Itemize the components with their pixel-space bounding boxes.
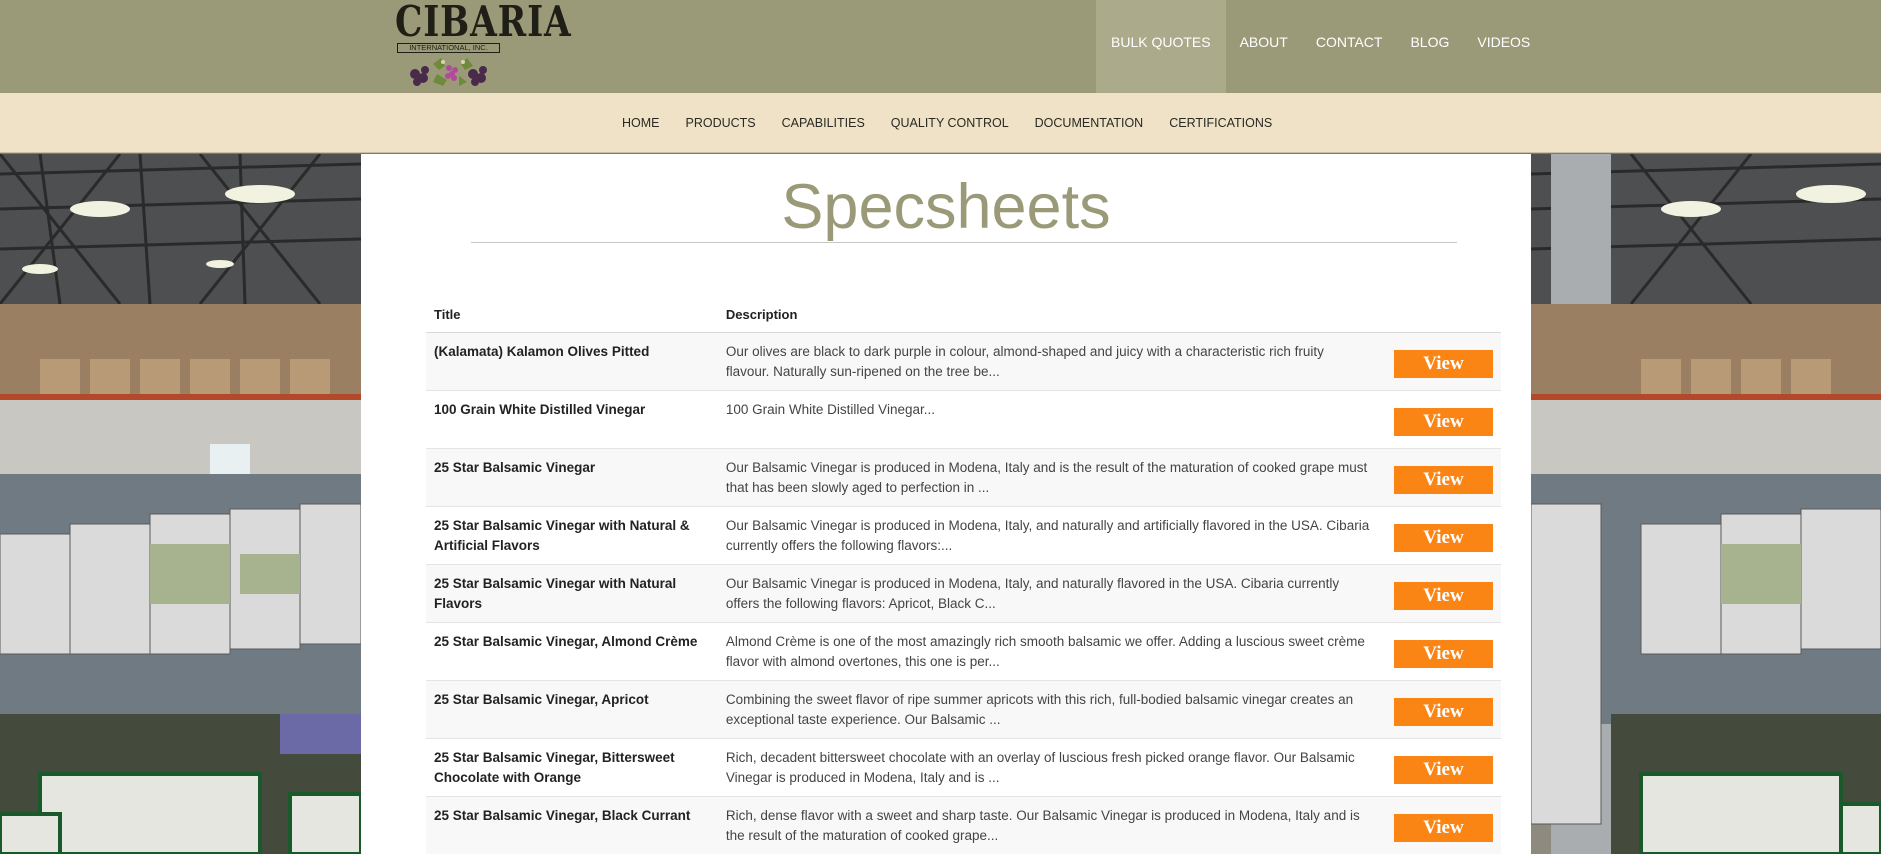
table-row: 25 Star Balsamic Vinegar, Bittersweet Ch… (426, 737, 1501, 796)
top-header: CIBARIA INTERNATIONAL, INC. BULK QUOTES … (0, 0, 1881, 93)
row-title: 100 Grain White Distilled Vinegar (426, 389, 718, 448)
table-row: 25 Star Balsamic Vinegar, Black Currant … (426, 795, 1501, 854)
specsheets-table: Title Description (Kalamata) Kalamon Oli… (426, 297, 1501, 854)
table-row: 25 Star Balsamic Vinegar with Natural & … (426, 505, 1501, 564)
row-title: 25 Star Balsamic Vinegar, Almond Crème (426, 621, 718, 680)
nav-blog[interactable]: BLOG (1396, 0, 1463, 93)
row-title: 25 Star Balsamic Vinegar with Natural Fl… (426, 563, 718, 622)
logo-brand-text: CIBARIA (395, 0, 572, 46)
row-description: Our Balsamic Vinegar is produced in Mode… (717, 563, 1379, 622)
row-description: Our olives are black to dark purple in c… (717, 331, 1379, 390)
sub-nav: HOME PRODUCTS CAPABILITIES QUALITY CONTR… (609, 93, 1285, 153)
nav-bulk-quotes[interactable]: BULK QUOTES (1096, 0, 1226, 93)
warehouse-background-right (1531, 154, 1881, 854)
title-divider (471, 242, 1457, 243)
cibaria-logo[interactable]: CIBARIA INTERNATIONAL, INC. (395, 0, 572, 90)
page-title: Specsheets (781, 172, 1111, 242)
view-button[interactable]: View (1393, 465, 1493, 494)
subnav-home[interactable]: HOME (609, 93, 673, 153)
view-button[interactable]: View (1393, 523, 1493, 552)
view-button[interactable]: View (1393, 697, 1493, 726)
warehouse-image (0, 154, 361, 854)
warehouse-background-left (0, 154, 361, 854)
nav-videos[interactable]: VIDEOS (1463, 0, 1544, 93)
table-row: 25 Star Balsamic Vinegar, Almond Crème A… (426, 621, 1501, 680)
row-description: Combining the sweet flavor of ripe summe… (717, 679, 1379, 738)
grapes-icon (410, 58, 487, 86)
row-description: Our Balsamic Vinegar is produced in Mode… (717, 447, 1379, 506)
nav-about[interactable]: ABOUT (1226, 0, 1302, 93)
view-button[interactable]: View (1393, 639, 1493, 668)
row-title: 25 Star Balsamic Vinegar (426, 447, 718, 506)
table-row: 25 Star Balsamic Vinegar Our Balsamic Vi… (426, 447, 1501, 506)
row-title: 25 Star Balsamic Vinegar, Black Currant (426, 795, 718, 854)
table-row: 100 Grain White Distilled Vinegar 100 Gr… (426, 389, 1501, 448)
row-title: 25 Star Balsamic Vinegar, Apricot (426, 679, 718, 738)
table-row: 25 Star Balsamic Vinegar, Apricot Combin… (426, 679, 1501, 738)
subnav-products[interactable]: PRODUCTS (673, 93, 769, 153)
row-title: (Kalamata) Kalamon Olives Pitted (426, 331, 718, 390)
subnav-quality-control[interactable]: QUALITY CONTROL (878, 93, 1022, 153)
row-description: Rich, dense flavor with a sweet and shar… (717, 795, 1379, 854)
column-header-description: Description (717, 297, 1379, 333)
subnav-capabilities[interactable]: CAPABILITIES (769, 93, 878, 153)
view-button[interactable]: View (1393, 813, 1493, 842)
row-description: 100 Grain White Distilled Vinegar... (717, 389, 1379, 448)
nav-contact[interactable]: CONTACT (1302, 0, 1397, 93)
row-title: 25 Star Balsamic Vinegar, Bittersweet Ch… (426, 737, 718, 796)
table-header-row: Title Description (426, 297, 1501, 333)
view-button[interactable]: View (1393, 755, 1493, 784)
logo-sub-text: INTERNATIONAL, INC. (397, 43, 500, 53)
column-header-title: Title (426, 297, 718, 333)
view-button[interactable]: View (1393, 407, 1493, 436)
view-button[interactable]: View (1393, 581, 1493, 610)
warehouse-image (1531, 154, 1881, 854)
subnav-documentation[interactable]: DOCUMENTATION (1022, 93, 1157, 153)
sub-header: HOME PRODUCTS CAPABILITIES QUALITY CONTR… (0, 93, 1881, 153)
row-title: 25 Star Balsamic Vinegar with Natural & … (426, 505, 718, 564)
view-button[interactable]: View (1393, 349, 1493, 378)
table-row: (Kalamata) Kalamon Olives Pitted Our oli… (426, 331, 1501, 390)
column-header-action (1378, 297, 1501, 333)
row-description: Rich, decadent bittersweet chocolate wit… (717, 737, 1379, 796)
subnav-certifications[interactable]: CERTIFICATIONS (1156, 93, 1285, 153)
row-description: Our Balsamic Vinegar is produced in Mode… (717, 505, 1379, 564)
row-description: Almond Crème is one of the most amazingl… (717, 621, 1379, 680)
top-nav: BULK QUOTES ABOUT CONTACT BLOG VIDEOS (1096, 0, 1544, 93)
table-row: 25 Star Balsamic Vinegar with Natural Fl… (426, 563, 1501, 622)
main-content: Specsheets Title Description (Kalamata) … (361, 154, 1531, 854)
